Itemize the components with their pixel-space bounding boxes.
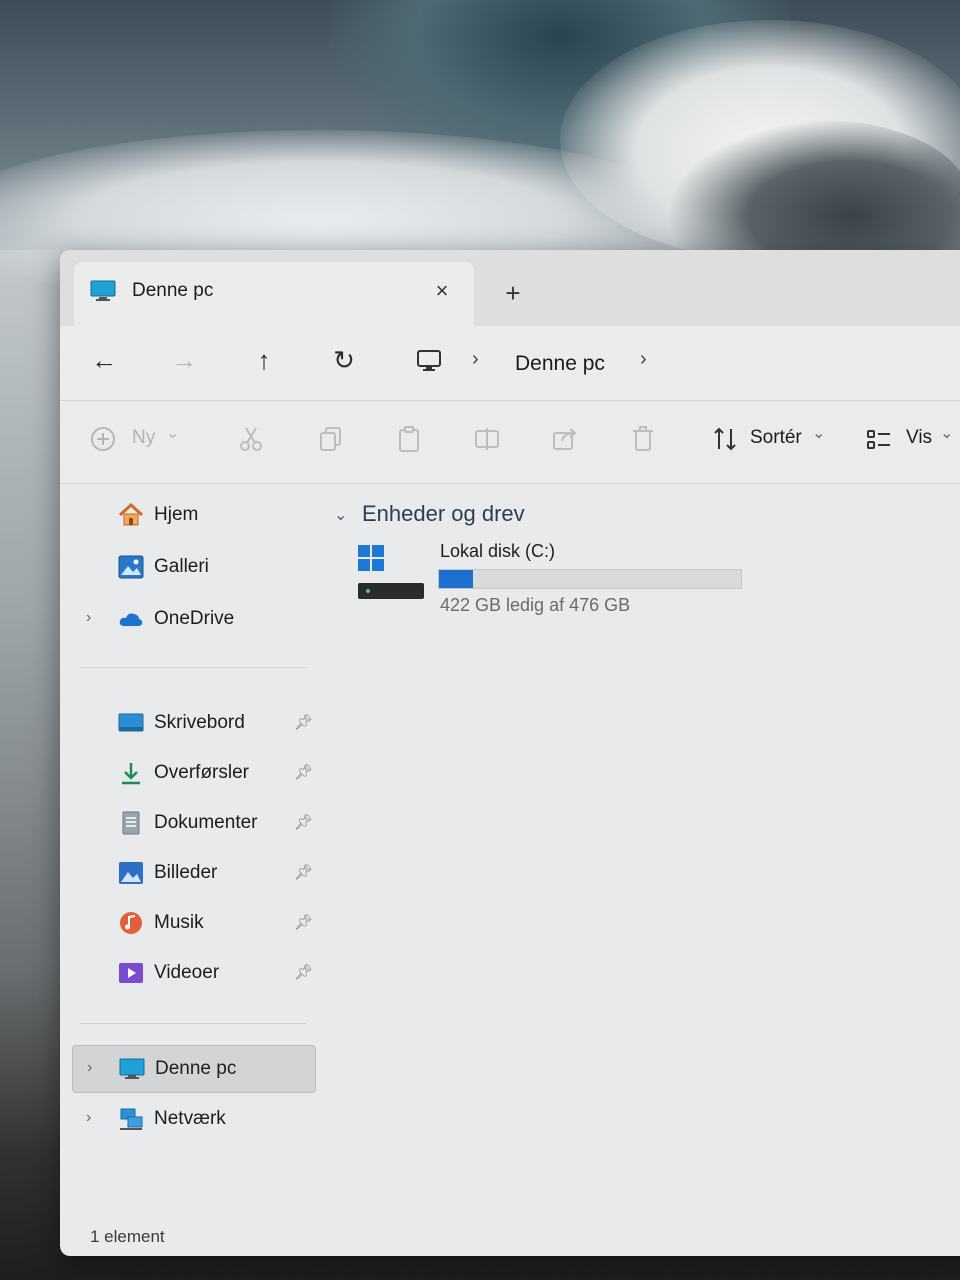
drive-usage-bar [438,569,742,589]
pin-icon[interactable]: 📌︎ [294,713,313,731]
sidebar-item-label: Videoer [154,962,220,983]
sidebar-item-label: OneDrive [154,608,235,629]
cloud-icon [119,613,143,626]
sidebar-divider [80,667,306,668]
sidebar-item-label: Denne pc [155,1058,237,1079]
pictures-icon [119,862,143,884]
command-bar: Ny ⌄ Sortér ⌄ Vis ⌄ [60,400,960,484]
delete-icon[interactable] [630,425,656,453]
pin-icon[interactable]: 📌︎ [294,813,313,831]
sidebar-item-galleri[interactable]: Galleri [60,547,316,587]
pin-icon[interactable]: 📌︎ [294,913,313,931]
gallery-icon [118,555,144,579]
drive-free-space: 422 GB ledig af 476 GB [440,595,631,615]
pin-icon[interactable]: 📌︎ [294,863,313,881]
expand-chevron-icon[interactable]: › [87,1059,92,1077]
sidebar-item-denne-pc[interactable]: › Denne pc [72,1045,316,1093]
pc-icon [90,280,116,301]
network-icon [120,1108,143,1130]
chevron-down-icon: ⌄ [812,425,826,442]
new-plus-icon[interactable] [90,425,116,453]
status-item-count: 1 element [90,1227,165,1246]
sidebar-item-skrivebord[interactable]: Skrivebord 📌︎ [60,703,316,743]
sidebar-item-dokumenter[interactable]: Dokumenter 📌︎ [60,803,316,843]
sort-button[interactable]: Sortér [750,427,802,449]
up-button[interactable]: ↑ [246,342,282,378]
desktop-icon [118,713,144,732]
expand-chevron-icon[interactable]: › [86,1109,91,1127]
view-button[interactable]: Vis [906,427,932,449]
view-icon[interactable] [866,425,892,453]
expand-chevron-icon[interactable]: › [86,609,91,627]
sidebar-item-hjem[interactable]: Hjem [60,495,316,535]
file-explorer-window: Denne pc × + ← → ↑ ↻ › Denne pc › Ny ⌄ S… [60,250,960,1256]
tab-title: Denne pc [132,280,214,301]
pc-icon [119,1058,145,1079]
sidebar-item-onedrive[interactable]: › OneDrive [60,599,316,639]
breadcrumb-chevron-icon[interactable]: › [640,348,647,371]
document-icon [122,811,140,835]
pin-icon[interactable]: 📌︎ [294,763,313,781]
tab-bar: Denne pc × + [60,250,960,326]
sidebar-item-label: Billeder [154,862,218,883]
tab-denne-pc[interactable]: Denne pc × [74,262,474,326]
sidebar-item-overforsler[interactable]: Overførsler 📌︎ [60,753,316,793]
sidebar-item-label: Hjem [154,504,199,525]
sidebar-item-musik[interactable]: Musik 📌︎ [60,903,316,943]
forward-button[interactable]: → [166,342,202,378]
close-tab-icon[interactable]: × [428,278,456,304]
sidebar-item-label: Musik [154,912,204,933]
video-icon [119,963,143,983]
home-icon [118,503,144,526]
share-icon[interactable] [552,425,578,453]
sidebar-item-videoer[interactable]: Videoer 📌︎ [60,953,316,993]
collapse-chevron-icon[interactable]: ⌄ [334,505,347,525]
refresh-button[interactable]: ↻ [326,342,362,378]
drive-name: Lokal disk (C:) [440,541,556,561]
back-button[interactable]: ← [86,342,122,378]
music-icon [120,912,142,934]
drive-item-c[interactable]: Lokal disk (C:) 422 GB ledig af 476 GB [356,539,776,629]
chevron-down-icon: ⌄ [166,425,180,442]
breadcrumb-chevron-icon[interactable]: › [472,348,479,371]
sidebar-item-label: Skrivebord [154,712,245,733]
paste-icon[interactable] [396,425,422,453]
rename-icon[interactable] [474,425,500,453]
content-pane: ⌄ Enheder og drev Lokal disk (C:) 422 GB… [326,483,960,1223]
sidebar-item-billeder[interactable]: Billeder 📌︎ [60,853,316,893]
pin-icon[interactable]: 📌︎ [294,963,313,981]
drive-icon [358,545,424,599]
address-pc-icon[interactable] [416,348,442,374]
navigation-pane: Hjem Galleri › OneDrive Skrivebord 📌︎ Ov… [60,483,326,1243]
group-header[interactable]: Enheder og drev [362,501,525,527]
sidebar-item-label: Dokumenter [154,812,258,833]
chevron-down-icon: ⌄ [940,425,954,442]
cut-icon[interactable] [238,425,264,453]
sidebar-item-label: Netværk [154,1108,226,1129]
drive-usage-fill [439,570,474,588]
navigation-bar: ← → ↑ ↻ › Denne pc › [60,326,960,400]
copy-icon[interactable] [318,425,344,453]
new-tab-button[interactable]: + [498,280,528,306]
breadcrumb-denne-pc[interactable]: Denne pc [515,352,605,376]
sidebar-item-label: Overførsler [154,762,249,783]
sidebar-item-label: Galleri [154,556,209,577]
sidebar-item-netvaerk[interactable]: › Netværk [60,1099,316,1139]
sidebar-divider [80,1023,306,1024]
new-button[interactable]: Ny [132,427,155,449]
download-icon [122,763,140,785]
sort-icon[interactable] [712,425,738,453]
